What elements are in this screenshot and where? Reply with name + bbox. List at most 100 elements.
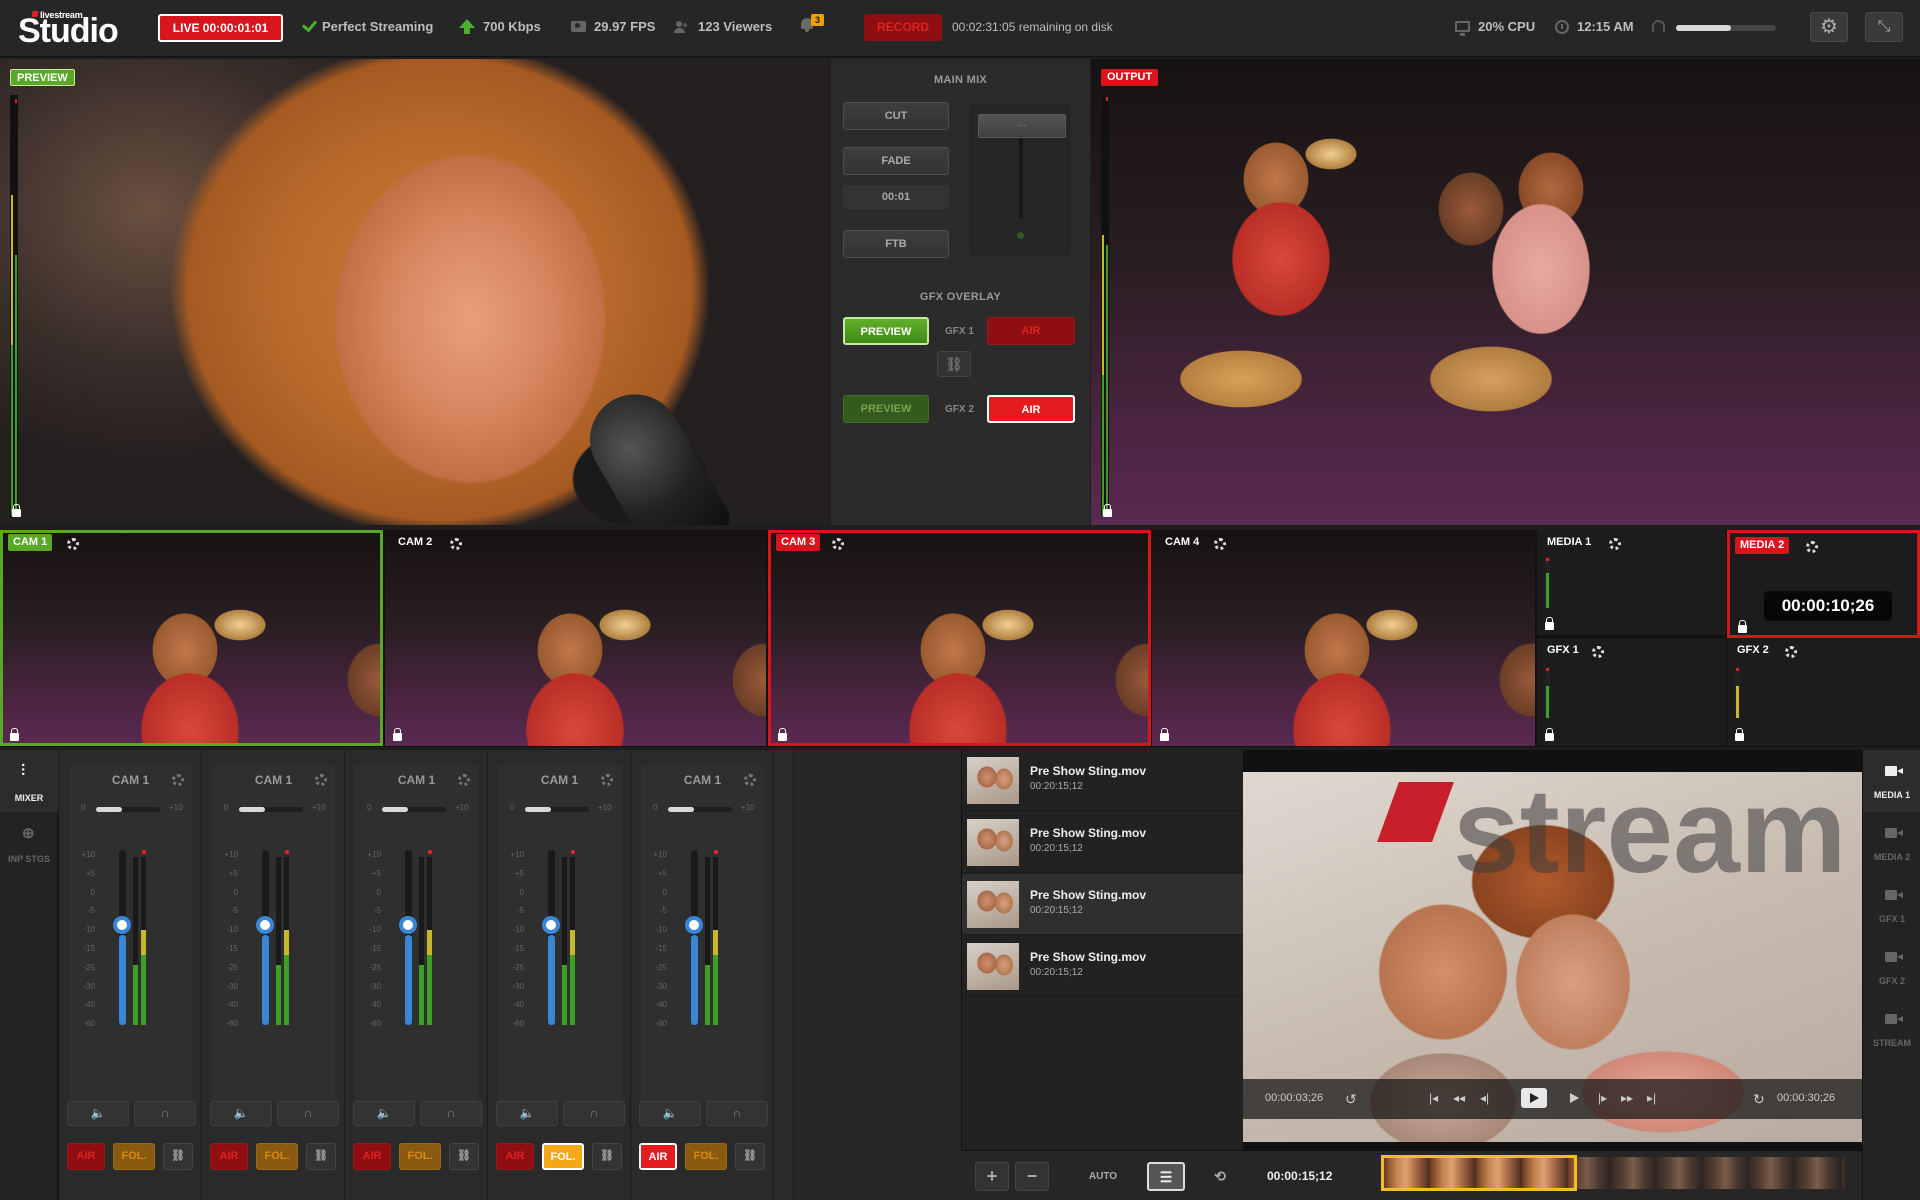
channel-air-button[interactable]: AIR — [639, 1143, 677, 1170]
source-cam2[interactable]: CAM 2 — [385, 530, 766, 746]
channel-link-button[interactable]: ⛓ — [449, 1143, 479, 1170]
gear-icon[interactable] — [1609, 538, 1621, 550]
timeline-selection[interactable] — [1381, 1155, 1577, 1191]
master-volume-slider[interactable] — [1676, 25, 1776, 31]
gear-icon[interactable] — [67, 538, 79, 550]
cut-button[interactable]: CUT — [843, 102, 949, 130]
gfx2-air-button[interactable]: AIR — [987, 395, 1075, 423]
loop-icon[interactable]: ↻ — [1753, 1091, 1765, 1108]
source-media2[interactable]: MEDIA 2 00:00:10;26 — [1727, 530, 1920, 638]
lock-icon[interactable] — [393, 728, 402, 741]
gfx-link-button[interactable]: ⛓ — [937, 351, 971, 377]
t-bar-handle[interactable]: ... — [978, 114, 1066, 138]
trim-slider[interactable] — [668, 807, 732, 812]
source-cam3[interactable]: CAM 3 — [768, 530, 1151, 746]
channel-follow-button[interactable]: FOL. — [256, 1143, 298, 1170]
fade-to-black-button[interactable]: FTB — [843, 230, 949, 258]
gear-icon[interactable] — [450, 538, 462, 550]
lock-icon[interactable] — [778, 728, 787, 741]
frame-back-icon[interactable]: ◂| — [1480, 1091, 1489, 1105]
fader-knob[interactable] — [256, 916, 274, 934]
lock-icon[interactable] — [1735, 728, 1744, 741]
gear-icon[interactable] — [601, 774, 613, 786]
right-nav-item[interactable]: MEDIA 2 — [1863, 812, 1920, 874]
headphone-monitor-button[interactable]: ∩ — [420, 1101, 482, 1126]
skip-start-icon[interactable]: |◂ — [1429, 1091, 1438, 1105]
playlist-item[interactable]: Pre Show Sting.mov 00:20:15;12 — [962, 874, 1244, 935]
gear-icon[interactable] — [832, 538, 844, 550]
lock-icon[interactable] — [1103, 504, 1112, 517]
gear-icon[interactable] — [1592, 646, 1604, 658]
playlist-item[interactable]: Pre Show Sting.mov 00:20:15;12 — [962, 750, 1244, 811]
channel-air-button[interactable]: AIR — [210, 1143, 248, 1170]
skip-end-icon[interactable]: ▸| — [1647, 1091, 1656, 1105]
lock-icon[interactable] — [12, 504, 21, 517]
fader-track[interactable] — [405, 850, 412, 1025]
trim-slider[interactable] — [96, 807, 160, 812]
gear-icon[interactable] — [1785, 646, 1797, 658]
source-cam4[interactable]: CAM 4 — [1152, 530, 1535, 746]
gfx1-preview-button[interactable]: PREVIEW — [843, 317, 929, 345]
collapse-button[interactable]: ⤡ — [1865, 12, 1903, 42]
fader-track[interactable] — [548, 850, 555, 1025]
channel-follow-button[interactable]: FOL. — [399, 1143, 441, 1170]
headphone-monitor-button[interactable]: ∩ — [134, 1101, 196, 1126]
right-nav-item[interactable]: MEDIA 1 — [1863, 750, 1920, 812]
play-on-air-button[interactable] — [1521, 1088, 1547, 1108]
channel-link-button[interactable]: ⛓ — [306, 1143, 336, 1170]
channel-air-button[interactable]: AIR — [67, 1143, 105, 1170]
gear-icon[interactable] — [1806, 541, 1818, 553]
transition-duration-field[interactable]: 00:01 — [843, 185, 949, 209]
source-cam1[interactable]: CAM 1 — [0, 530, 383, 746]
gfx1-air-button[interactable]: AIR — [987, 317, 1075, 345]
fade-button[interactable]: FADE — [843, 147, 949, 175]
trim-slider[interactable] — [382, 807, 446, 812]
lock-icon[interactable] — [1545, 617, 1554, 630]
fader-track[interactable] — [691, 850, 698, 1025]
playlist-item[interactable]: Pre Show Sting.mov 00:20:15;12 — [962, 936, 1244, 997]
gfx2-preview-button[interactable]: PREVIEW — [843, 395, 929, 423]
fader-track[interactable] — [119, 850, 126, 1025]
gear-icon[interactable] — [744, 774, 756, 786]
output-monitor[interactable]: OUTPUT — [1091, 59, 1920, 525]
trim-slider[interactable] — [525, 807, 589, 812]
add-media-button[interactable]: + — [975, 1162, 1009, 1191]
mute-button[interactable]: 🔈 — [210, 1101, 272, 1126]
remove-media-button[interactable]: − — [1015, 1162, 1049, 1191]
channel-follow-button[interactable]: FOL. — [542, 1143, 584, 1170]
repeat-button[interactable]: ⟲ — [1201, 1162, 1239, 1191]
live-timer-badge[interactable]: LIVE 00:00:01:01 — [158, 14, 283, 42]
channel-air-button[interactable]: AIR — [496, 1143, 534, 1170]
auto-button[interactable]: AUTO — [1079, 1162, 1127, 1191]
mute-button[interactable]: 🔈 — [496, 1101, 558, 1126]
preview-monitor[interactable]: PREVIEW — [0, 59, 830, 525]
headphone-monitor-button[interactable]: ∩ — [277, 1101, 339, 1126]
gear-icon[interactable] — [172, 774, 184, 786]
channel-follow-button[interactable]: FOL. — [685, 1143, 727, 1170]
channel-link-button[interactable]: ⛓ — [592, 1143, 622, 1170]
fader-track[interactable] — [262, 850, 269, 1025]
right-nav-item[interactable]: GFX 2 — [1863, 936, 1920, 998]
fader-knob[interactable] — [685, 916, 703, 934]
lock-icon[interactable] — [1160, 728, 1169, 741]
nav-input-settings[interactable]: ⊕ INP STGS — [0, 812, 58, 874]
step-forward-icon[interactable]: ▸▸ — [1621, 1091, 1633, 1105]
settings-button[interactable]: ⚙ — [1810, 12, 1848, 42]
fader-knob[interactable] — [399, 916, 417, 934]
lock-icon[interactable] — [1738, 620, 1747, 633]
list-view-button[interactable]: ☰ — [1147, 1162, 1185, 1191]
step-back-icon[interactable]: ◂◂ — [1453, 1091, 1465, 1105]
mute-button[interactable]: 🔈 — [639, 1101, 701, 1126]
frame-forward-icon[interactable]: |▸ — [1598, 1091, 1607, 1105]
playlist-item[interactable]: Pre Show Sting.mov 00:20:15;12 — [962, 812, 1244, 873]
right-nav-item[interactable]: GFX 1 — [1863, 874, 1920, 936]
gear-icon[interactable] — [458, 774, 470, 786]
channel-link-button[interactable]: ⛓ — [163, 1143, 193, 1170]
channel-air-button[interactable]: AIR — [353, 1143, 391, 1170]
right-nav-item[interactable]: STREAM — [1863, 998, 1920, 1060]
source-media1[interactable]: MEDIA 1 — [1537, 530, 1726, 635]
source-gfx2[interactable]: GFX 2 — [1727, 638, 1920, 746]
channel-link-button[interactable]: ⛓ — [735, 1143, 765, 1170]
play-icon[interactable] — [1570, 1093, 1579, 1103]
nav-mixer[interactable]: ⫶ MIXER — [0, 750, 58, 812]
